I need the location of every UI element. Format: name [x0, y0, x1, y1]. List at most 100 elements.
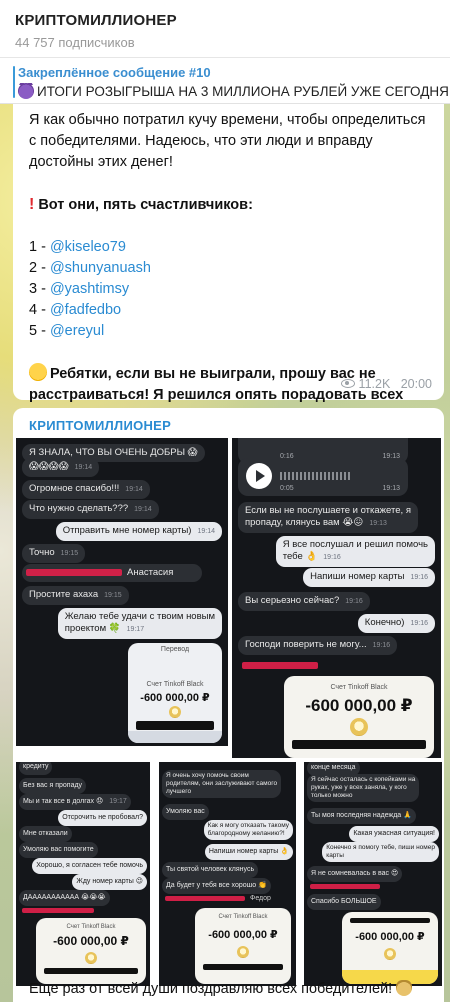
receipt-title: Счет Tinkoff Black	[218, 914, 268, 920]
winner-row: 4 - @fadfedbo	[29, 300, 428, 321]
chat-bubble-out: Жду номер карты 😉	[72, 874, 147, 890]
winner-number: 1 -	[29, 239, 50, 255]
chat-bubble: Простите ахаха 19:15	[22, 586, 129, 605]
redaction-mark	[310, 884, 380, 889]
redaction-mark	[22, 908, 94, 913]
receipt-amount: -600 000,00 ₽	[355, 931, 425, 943]
chat-bubble-out: Я все послушал и решил помочь тебе 👌 19:16	[275, 536, 435, 567]
winner-number: 2 -	[29, 260, 50, 276]
chat-bubble-out: Отправить мне номер карты) 19:14	[55, 522, 222, 541]
winner-link[interactable]: @fadfedbo	[50, 302, 121, 318]
chat-bubble: Мы и так все в долгах 😞 19:17	[19, 794, 131, 810]
money-bag-emoji-icon	[396, 980, 413, 996]
chat-bubble: Ты святой человек клянусь	[162, 862, 259, 878]
redacted-name	[44, 968, 138, 974]
chat-bubble: Я сейчас осталась с копейками на руках, у…	[307, 774, 420, 802]
chat-bubble-out: Конечно я помогу тебе, пиши номер карты	[322, 842, 439, 862]
bank-transfer-receipt: Счет Tinkoff Black -600 000,00 ₽	[284, 676, 434, 758]
view-count: 11.2K	[358, 377, 391, 391]
screenshot-2[interactable]: 0:16 19:13 0:05 19:13 Если вы не послушает…	[232, 438, 441, 758]
winner-row: 1 - @kiseleo79	[29, 237, 428, 258]
wink-emoji-icon	[29, 363, 47, 381]
message-caption: Еще раз от всей души поздравляю всех поб…	[29, 980, 415, 997]
screenshot-3[interactable]: кредиту Без вас я пропаду Мы и так все в…	[16, 762, 150, 986]
tinkoff-logo-icon	[350, 718, 368, 736]
chat-bubble: Если вы не послушаете и откажете, я пропа…	[238, 502, 418, 533]
chat-bubble: Без вас я пропаду	[19, 778, 87, 794]
chat-bubble-out: Как я могу отказать такому благородному ж…	[203, 820, 293, 840]
winner-link[interactable]: @kiseleo79	[50, 239, 126, 255]
chat-bubble: кредиту	[19, 762, 53, 775]
winner-link[interactable]: @ereyul	[50, 323, 104, 339]
exclamation-icon: !	[29, 196, 35, 213]
message-time: 20:00	[400, 377, 432, 391]
redaction-mark	[26, 569, 122, 576]
winner-number: 3 -	[29, 281, 50, 297]
winner-row: 5 - @ereyul	[29, 321, 428, 342]
play-icon	[246, 463, 272, 489]
action-buttons	[128, 731, 222, 743]
winner-number: 4 -	[29, 302, 50, 318]
redaction-mark	[242, 662, 318, 669]
sender-name: Федор	[250, 895, 271, 902]
tinkoff-logo-icon	[85, 952, 97, 964]
screenshot-4[interactable]: Я очень хочу помочь своим родителям, они …	[159, 762, 296, 986]
redacted-name	[292, 740, 426, 749]
receipt-title: Счет Tinkoff Black	[66, 924, 116, 930]
voice-message: 0:05 19:13	[238, 458, 408, 496]
chat-bubble-out: Конечно) 19:16	[357, 614, 435, 633]
pinned-text: ИТОГИ РОЗЫГРЫША НА 3 МИЛЛИОНА РУБЛЕЙ УЖЕ…	[37, 84, 448, 99]
message-winners[interactable]: Я как обычно потратил кучу времени, чтоб…	[13, 104, 444, 445]
chat-bubble-out: Хорошо, я согласен тебе помочь	[32, 858, 147, 874]
message-author[interactable]: КРИПТОМИЛЛИОНЕР	[29, 418, 171, 433]
tinkoff-logo-icon	[169, 706, 181, 718]
receipt-amount: -600 000,00 ₽	[305, 696, 413, 715]
receipt-amount: -600 000,00 ₽	[208, 929, 278, 941]
message-intro: Я как обычно потратил кучу времени, чтоб…	[29, 112, 426, 170]
redaction-mark	[165, 896, 245, 901]
screenshot-5[interactable]: конце месяца Я сейчас осталась с копейка…	[304, 762, 442, 986]
channel-title[interactable]: КРИПТОМИЛЛИОНЕР	[15, 12, 450, 29]
chat-bubble: Вы серьезно сейчас? 19:16	[238, 592, 370, 611]
winner-row: 3 - @yashtimsy	[29, 279, 428, 300]
chat-bubble: Я не сомневалась в вас 😍	[307, 866, 403, 882]
pinned-indicator	[13, 66, 15, 98]
chat-bubble: Ты моя последняя надежда 🙏	[307, 808, 416, 824]
message-screenshots[interactable]: КРИПТОМИЛЛИОНЕР Я ЗНАЛА, ЧТО ВЫ ОЧЕНЬ ДО…	[13, 408, 444, 1002]
bank-transfer-receipt: -600 000,00 ₽	[342, 912, 438, 984]
eye-icon	[340, 379, 355, 388]
chat-bubble: 😱😱😱😱 19:14	[22, 458, 100, 477]
pinned-text-row: ИТОГИ РОЗЫГРЫША НА 3 МИЛЛИОНА РУБЛЕЙ УЖЕ…	[18, 83, 448, 99]
chat-bubble: Умоляю вас	[162, 804, 209, 820]
waveform	[280, 472, 350, 480]
redacted-name	[350, 918, 430, 923]
tinkoff-logo-icon	[237, 946, 249, 958]
receipt-title: Счет Tinkoff Black	[330, 684, 388, 691]
winner-number: 5 -	[29, 323, 50, 339]
screenshot-1[interactable]: Я ЗНАЛА, ЧТО ВЫ ОЧЕНЬ ДОБРЫ 😱 😱😱😱😱 19:14 …	[16, 438, 228, 746]
chat-bubble: Спасибо БОЛЬШОЕ	[307, 894, 381, 910]
bank-transfer-receipt: Счет Tinkoff Black -600 000,00 ₽	[195, 908, 291, 984]
receipt-title: Счет Tinkoff Black	[146, 681, 204, 688]
chat-bubble: Мне отказали	[19, 826, 72, 842]
winner-row: 2 - @shunyanuash	[29, 258, 428, 279]
winners-heading: Вот они, пять счастливчиков:	[38, 197, 253, 213]
chat-bubble: Точно 19:15	[22, 544, 86, 563]
receipt-amount: -600 000,00 ₽	[53, 934, 129, 948]
chat-bubble: ДААААААААААА 😭😭😭	[19, 890, 110, 906]
redacted-name	[136, 721, 214, 730]
chat-bubble-out: Напиши номер карты 19:16	[303, 568, 435, 587]
subscriber-count: 44 757 подписчиков	[15, 35, 135, 50]
pinned-message-bar[interactable]: Закреплённое сообщение #10 ИТОГИ РОЗЫГРЫ…	[0, 58, 450, 104]
winners-heading-row: ! Вот они, пять счастливчиков:	[29, 194, 428, 216]
pinned-label: Закреплённое сообщение #10	[18, 65, 211, 80]
chat-bubble-out: Отсрочить не пробовал?	[58, 810, 147, 826]
winner-link[interactable]: @yashtimsy	[50, 281, 129, 297]
chat-bubble: Умоляю вас помогите	[19, 842, 98, 858]
chat-bubble: Я очень хочу помочь своим родителям, они …	[162, 770, 282, 798]
channel-header[interactable]: КРИПТОМИЛЛИОНЕР 44 757 подписчиков	[0, 0, 450, 58]
chat-bubble: Что нужно сделать??? 19:14	[22, 500, 159, 519]
message-meta: 11.2K 20:00	[340, 374, 432, 395]
tinkoff-logo-icon	[384, 948, 396, 960]
winner-link[interactable]: @shunyanuash	[50, 260, 151, 276]
